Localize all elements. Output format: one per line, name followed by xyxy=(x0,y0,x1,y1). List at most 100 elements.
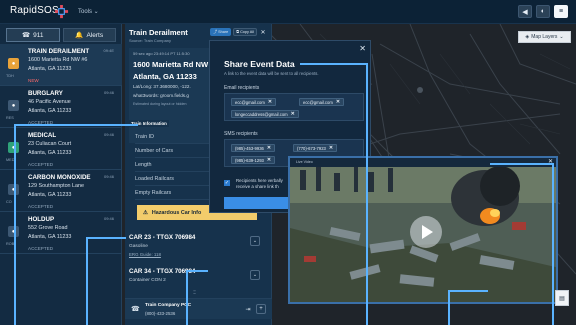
phone-chip: (770)-673-7923 ✕ xyxy=(293,144,338,152)
panel-tabs: ☎ 911 🔔 Alerts xyxy=(6,28,116,42)
hazardous-label: Hazardous Car Info xyxy=(151,209,202,216)
remove-icon[interactable]: ✕ xyxy=(267,157,271,163)
chevron-down-icon[interactable]: ⌄ xyxy=(250,270,260,280)
incident-item[interactable]: ●ROBHOLDUP09:46552 Grove RoadAtlanta, GA… xyxy=(0,212,122,254)
copy-icon: ⧉ xyxy=(236,30,239,34)
drag-handle-icon[interactable]: ::: xyxy=(193,290,196,296)
warning-icon: ⚠ xyxy=(143,209,148,216)
copy-all-button[interactable]: ⧉ Copy All xyxy=(233,28,257,36)
email-chip: ecc@gmail.com ✕ xyxy=(299,98,345,106)
live-video-panel[interactable]: Live Video ✕ xyxy=(288,156,558,304)
phone-chip: (985)-639-1293 ✕ xyxy=(231,156,276,164)
speaker-icon[interactable]: ◀ xyxy=(518,5,532,18)
car-erg-link[interactable]: ERG Guide: 118 xyxy=(129,252,161,257)
chevron-down-icon: ⌄ xyxy=(559,34,564,40)
email-recipients-input[interactable]: ecc@gmail.com ✕ ecc@gmail.com ✕ longeccadd… xyxy=(224,93,364,121)
car-item[interactable]: CAR 23 - TTGX 706984 Gasoline ERG Guide:… xyxy=(129,234,268,262)
phone-chip-text: (985)-639-1293 xyxy=(235,157,264,163)
detail-title: Train Derailment xyxy=(129,28,188,37)
sms-label: SMS recipients xyxy=(224,131,258,137)
detail-actions: ⤴ Share ⧉ Copy All ✕ xyxy=(210,28,267,36)
incident-address-line1: 129 Southampton Lane xyxy=(28,183,85,189)
tab-alerts[interactable]: 🔔 Alerts xyxy=(62,28,116,42)
callout-line xyxy=(86,237,126,239)
callout-line xyxy=(448,290,488,292)
detail-address-line2: Atlanta, GA 11233 xyxy=(133,72,197,81)
incident-address-line1: 1600 Marietta Rd NW #6 xyxy=(28,57,88,63)
verbal-consent-checkbox[interactable]: ✓ xyxy=(224,180,230,186)
incident-panel: ☎ 911 🔔 Alerts ● TDH TRAIN DERAILMENT 09:4E… xyxy=(0,24,122,325)
detail-what3words: what3words: groom.fields.g xyxy=(133,93,189,98)
top-bar: RapidSOS Tools ⌄ ◀ ◐ ≡ xyxy=(0,0,576,24)
callout-line xyxy=(86,237,88,325)
incident-title: HOLDUP xyxy=(28,216,55,223)
share-submit-button[interactable] xyxy=(224,197,294,209)
remove-icon[interactable]: ✕ xyxy=(291,111,295,117)
incident-title: CARBON MONOXIDE xyxy=(28,174,91,181)
bell-icon: 🔔 xyxy=(75,32,84,39)
detail-time-ago: 59 sec ago 23:49:14 PT 11:5:30 xyxy=(133,51,190,56)
incident-item[interactable]: ●COCARBON MONOXIDE09:46129 Southampton L… xyxy=(0,170,122,212)
modal-title: Share Event Data xyxy=(224,59,295,69)
incident-time: 09:4E xyxy=(103,48,114,53)
incident-address-line1: 552 Grove Road xyxy=(28,225,68,231)
copy-label: Copy All xyxy=(240,30,254,34)
chevron-down-icon[interactable]: ⌄ xyxy=(250,236,260,246)
tab-911-label: 911 xyxy=(33,31,44,39)
callout-line xyxy=(300,63,368,65)
incident-address-line2: Atlanta, GA 11233 xyxy=(28,234,72,240)
modal-close-icon[interactable]: ✕ xyxy=(359,44,366,53)
detail-latlong: Lat/Long: 37.3680000, -122. xyxy=(133,84,191,89)
incident-tag: TDH xyxy=(6,74,14,78)
remove-icon[interactable]: ✕ xyxy=(329,145,333,151)
callout-line xyxy=(448,290,450,325)
train-info-key: Loaded Railcars xyxy=(135,175,174,182)
phone-chip-text: (770)-673-7923 xyxy=(297,145,326,151)
incident-item[interactable]: ● TDH TRAIN DERAILMENT 09:4E 1600 Marietta R… xyxy=(0,44,122,86)
incident-status: ACCEPTED xyxy=(28,204,54,209)
add-icon[interactable]: + xyxy=(256,304,266,314)
legend-icon[interactable]: ▤ xyxy=(555,290,569,306)
incident-status: ACCEPTED xyxy=(28,246,54,251)
share-button[interactable]: ⤴ Share xyxy=(210,28,232,36)
callout-line xyxy=(186,270,188,325)
train-company-pcc: ☎ Train Company PCC (800)-433-2536 ⇥ + xyxy=(125,298,272,319)
app-root: RapidSOS Tools ⌄ ◀ ◐ ≡ ☎ 911 🔔 Alerts ● T… xyxy=(0,0,576,325)
app-name: RapidSOS xyxy=(10,5,59,16)
incident-status: ACCEPTED xyxy=(28,162,54,167)
play-icon[interactable] xyxy=(410,216,442,248)
email-chip-text: longeccaddress@gmail.com xyxy=(235,111,288,117)
incident-time: 09:46 xyxy=(103,90,114,95)
car-material: Container CON 2 xyxy=(129,278,166,283)
incident-item[interactable]: ●MEDMEDICAL09:4623 Culiacan CourtAtlanta… xyxy=(0,128,122,170)
modal-description: A link to the event data will be sent to… xyxy=(224,71,319,76)
map-layers-label: Map Layers xyxy=(531,34,558,40)
remove-icon[interactable]: ✕ xyxy=(336,99,340,105)
incident-address-line2: Atlanta, GA 11233 xyxy=(28,108,72,114)
incident-tag: RES xyxy=(6,116,14,120)
incident-status: NEW xyxy=(28,78,39,83)
tab-911[interactable]: ☎ 911 xyxy=(6,28,60,42)
incident-item[interactable]: ● RES BURGLARY 09:46 46 Pacific Avenue Atlant… xyxy=(0,86,122,128)
phone-chip-text: (985)-453-9936 xyxy=(235,145,264,151)
train-info-key: Length xyxy=(135,161,152,168)
menu-icon[interactable]: ≡ xyxy=(554,5,568,18)
incident-time: 09:46 xyxy=(103,216,114,221)
incident-address-line2: Atlanta, GA 11233 xyxy=(28,192,72,198)
tools-menu[interactable]: Tools ⌄ xyxy=(78,8,99,15)
callout-line xyxy=(186,270,208,272)
pcc-phone: (800)-433-2536 xyxy=(145,311,176,316)
email-chip: ecc@gmail.com ✕ xyxy=(231,98,277,106)
detail-close-icon[interactable]: ✕ xyxy=(259,28,267,36)
train-info-key: Number of Cars xyxy=(135,147,174,154)
detail-address-line1: 1600 Marietta Rd NW # xyxy=(133,60,215,69)
incident-address-line2: Atlanta, GA 11233 xyxy=(28,150,72,156)
remove-icon[interactable]: ✕ xyxy=(267,145,271,151)
contrast-icon[interactable]: ◐ xyxy=(536,5,550,18)
train-icon: ● xyxy=(8,58,19,69)
map-layers-button[interactable]: ◈ Map Layers ⌄ xyxy=(518,31,571,43)
rapidsos-logo-icon xyxy=(54,4,69,19)
transfer-icon[interactable]: ⇥ xyxy=(243,304,253,314)
remove-icon[interactable]: ✕ xyxy=(268,99,272,105)
incident-tag: CO xyxy=(6,200,12,204)
